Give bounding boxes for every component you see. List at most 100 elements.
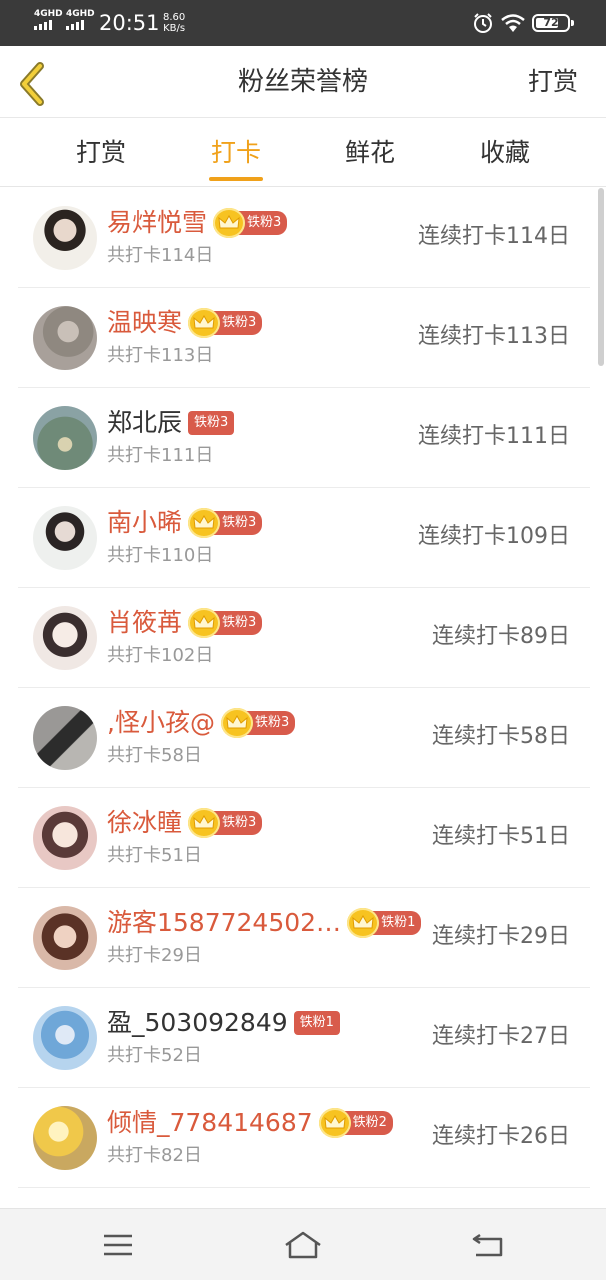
name-line: 盈_503092849 铁粉1 (107, 1006, 340, 1040)
name-line: 游客1587724502… 铁粉1 (107, 906, 422, 940)
crown-icon (188, 308, 221, 338)
avatar[interactable] (33, 206, 97, 270)
crown-icon (318, 1108, 351, 1138)
streak-checkins: 连续打卡29日 (432, 924, 570, 949)
name-line: 肖筱苒 铁粉3 (107, 606, 263, 640)
network-type-2: 4GHD (66, 9, 95, 19)
active-tab-indicator (209, 177, 263, 181)
fan-name: 南小晞 (107, 508, 183, 537)
list-item[interactable]: 郑北辰 铁粉3 共打卡111日 连续打卡111日 (18, 388, 590, 488)
streak-checkins: 连续打卡51日 (432, 824, 570, 849)
fan-name: 易烊悦雪 (107, 208, 208, 237)
crown-icon (188, 808, 221, 838)
total-checkins: 共打卡82日 (107, 1145, 202, 1166)
menu-icon[interactable] (98, 1227, 138, 1263)
total-checkins: 共打卡110日 (107, 545, 214, 566)
home-icon[interactable] (283, 1227, 323, 1263)
signal-icon (66, 20, 84, 30)
name-line: 温映寒 铁粉3 (107, 306, 263, 340)
fan-level-badge: 铁粉1 (293, 1009, 340, 1037)
total-checkins: 共打卡113日 (107, 345, 214, 366)
total-checkins: 共打卡29日 (107, 945, 202, 966)
total-checkins: 共打卡51日 (107, 845, 202, 866)
name-line: 郑北辰 铁粉3 (107, 406, 235, 440)
back-nav-icon[interactable] (468, 1227, 508, 1263)
streak-checkins: 连续打卡113日 (418, 324, 570, 349)
avatar[interactable] (33, 1006, 97, 1070)
speed-value: 8.60 (163, 12, 186, 23)
avatar[interactable] (33, 406, 97, 470)
fan-name: 盈_503092849 (107, 1008, 288, 1037)
fan-level-badge: 铁粉3 (188, 308, 263, 338)
streak-checkins: 连续打卡27日 (432, 1024, 570, 1049)
list-item[interactable]: 温映寒 铁粉3 共打卡113日 连续打卡113日 (18, 288, 590, 388)
fan-ranking-list[interactable]: 易烊悦雪 铁粉3 共打卡114日 连续打卡114日 温映寒 铁粉3 共打卡113… (18, 188, 590, 1188)
fan-level-badge: 铁粉3 (220, 708, 296, 738)
total-checkins: 共打卡111日 (107, 445, 214, 466)
streak-checkins: 连续打卡26日 (432, 1124, 570, 1149)
status-bar: 4GHD 4GHD 20:51 8.60 KB/s 72 (0, 0, 606, 46)
fan-level-badge: 铁粉3 (188, 508, 263, 538)
crown-icon (188, 508, 221, 538)
tab-flowers[interactable]: 鲜花 (320, 137, 420, 169)
avatar[interactable] (33, 306, 97, 370)
streak-checkins: 连续打卡114日 (418, 224, 570, 249)
tab-checkin[interactable]: 打卡 (186, 137, 286, 169)
fan-level-badge: 铁粉3 (188, 608, 263, 638)
avatar[interactable] (33, 806, 97, 870)
badge-label: 铁粉3 (188, 411, 235, 435)
alarm-icon (474, 13, 492, 33)
fan-name: 肖筱苒 (107, 608, 183, 637)
fan-level-badge: 铁粉3 (213, 208, 288, 238)
signal-icon (34, 20, 52, 30)
crown-icon (213, 208, 246, 238)
list-item[interactable]: 肖筱苒 铁粉3 共打卡102日 连续打卡89日 (18, 588, 590, 688)
fan-name: 郑北辰 (107, 408, 183, 437)
badge-label: 铁粉1 (293, 1011, 340, 1035)
tab-reward[interactable]: 打赏 (51, 137, 151, 169)
name-line: ,怪小孩@ 铁粉3 (107, 706, 296, 740)
fan-name: 徐冰瞳 (107, 808, 183, 837)
list-item[interactable]: 倾情_778414687 铁粉2 共打卡82日 连续打卡26日 (18, 1088, 590, 1188)
list-item[interactable]: 游客1587724502… 铁粉1 共打卡29日 连续打卡29日 (18, 888, 590, 988)
battery-level: 72 (543, 16, 559, 29)
list-item[interactable]: 南小晞 铁粉3 共打卡110日 连续打卡109日 (18, 488, 590, 588)
network-speed: 8.60 KB/s (163, 12, 185, 34)
clock: 20:51 (99, 11, 160, 35)
wifi-icon (501, 14, 525, 32)
list-item[interactable]: ,怪小孩@ 铁粉3 共打卡58日 连续打卡58日 (18, 688, 590, 788)
fan-level-badge: 铁粉1 (347, 908, 422, 938)
total-checkins: 共打卡58日 (107, 745, 202, 766)
reward-button[interactable]: 打赏 (528, 66, 578, 98)
crown-icon (220, 708, 253, 738)
page-title: 粉丝荣誉榜 (237, 67, 368, 97)
page-header: 粉丝荣誉榜 打赏 (0, 46, 606, 118)
list-item[interactable]: 易烊悦雪 铁粉3 共打卡114日 连续打卡114日 (18, 188, 590, 288)
fan-name: 游客1587724502… (107, 908, 342, 937)
avatar[interactable] (33, 906, 97, 970)
fan-level-badge: 铁粉3 (188, 409, 235, 437)
name-line: 南小晞 铁粉3 (107, 506, 263, 540)
battery-icon: 72 (532, 14, 574, 32)
avatar[interactable] (33, 1106, 97, 1170)
name-line: 徐冰瞳 铁粉3 (107, 806, 263, 840)
crown-icon (347, 908, 380, 938)
tab-bar: 打赏 打卡 鲜花 收藏 (0, 119, 606, 187)
avatar[interactable] (33, 606, 97, 670)
avatar[interactable] (33, 506, 97, 570)
scrollbar[interactable] (598, 188, 604, 366)
fan-level-badge: 铁粉3 (188, 808, 263, 838)
total-checkins: 共打卡52日 (107, 1045, 202, 1066)
streak-checkins: 连续打卡109日 (418, 524, 570, 549)
fan-level-badge: 铁粉2 (318, 1108, 393, 1138)
name-line: 易烊悦雪 铁粉3 (107, 206, 288, 240)
total-checkins: 共打卡114日 (107, 245, 214, 266)
tab-favorites[interactable]: 收藏 (455, 137, 555, 169)
list-item[interactable]: 徐冰瞳 铁粉3 共打卡51日 连续打卡51日 (18, 788, 590, 888)
list-item[interactable]: 盈_503092849 铁粉1 共打卡52日 连续打卡27日 (18, 988, 590, 1088)
avatar[interactable] (33, 706, 97, 770)
streak-checkins: 连续打卡58日 (432, 724, 570, 749)
system-nav-bar (0, 1208, 606, 1280)
streak-checkins: 连续打卡111日 (418, 424, 570, 449)
total-checkins: 共打卡102日 (107, 645, 214, 666)
